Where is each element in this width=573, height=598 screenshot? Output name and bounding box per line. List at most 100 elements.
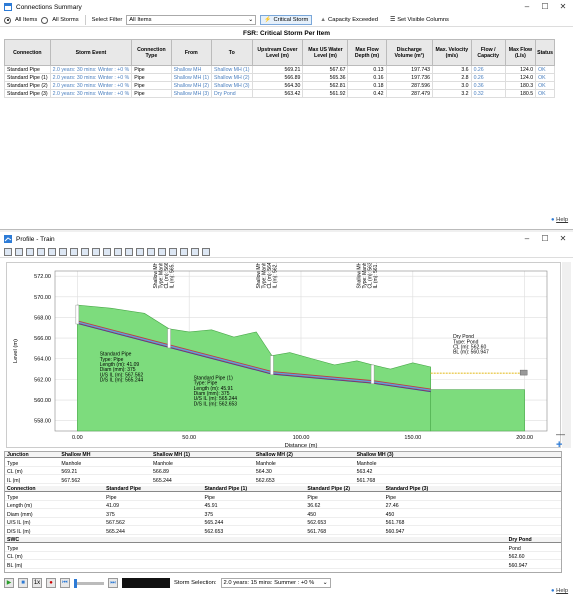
table-icon: [4, 3, 12, 11]
grid-row-label: CL (m): [7, 554, 23, 560]
column-header[interactable]: Flow / Capacity: [470, 39, 506, 66]
font-icon[interactable]: [169, 247, 177, 256]
skip-end-button[interactable]: ⏭: [108, 578, 118, 588]
table-cell: 565.36: [302, 73, 349, 82]
play-button[interactable]: ▶: [4, 578, 14, 588]
grid-cell: 36.62: [307, 503, 321, 509]
grid-cell: Manhole: [61, 460, 82, 467]
grid-cell: Pipe: [106, 494, 117, 501]
radio-all-storms-label[interactable]: All Storms: [52, 17, 78, 23]
table-row[interactable]: Standard Pipe (3) 2.0 years: 30 mins: Win…: [4, 89, 555, 98]
time-slider[interactable]: [74, 578, 104, 588]
profile-close-button[interactable]: ✕: [556, 234, 570, 243]
zoom-tool-icon[interactable]: [15, 247, 23, 256]
save-icon[interactable]: [180, 247, 188, 256]
table-cell: 0.42: [347, 89, 387, 98]
profile-icon: [4, 235, 12, 243]
help-label: Help: [556, 217, 569, 223]
capacity-exceeded-button[interactable]: ▲ Capacity Exceeded: [316, 15, 382, 25]
zoom-out-button[interactable]: —: [556, 429, 565, 439]
grid-tool-icon[interactable]: [37, 247, 45, 256]
grid-cell: Pipe: [204, 494, 215, 501]
grid-row-label: D/S IL (m): [7, 528, 31, 535]
column-header[interactable]: Upstream Cover Level (m): [251, 39, 304, 66]
table-row[interactable]: Standard Pipe (2) 2.0 years: 30 mins: Win…: [4, 81, 555, 90]
table-row[interactable]: Standard Pipe (1) 2.0 years: 30 mins: Win…: [4, 73, 555, 82]
column-header[interactable]: Max Flow Depth (m): [347, 39, 387, 66]
table-cell: OK: [535, 89, 555, 98]
zoom-in-button[interactable]: +: [556, 439, 562, 451]
critical-storm-button[interactable]: ⚡ Critical Storm: [260, 15, 313, 25]
export-icon[interactable]: [147, 247, 155, 256]
column-header[interactable]: From: [170, 39, 213, 66]
table-cell: 197.736: [385, 73, 434, 82]
record-button[interactable]: ●: [46, 578, 56, 588]
column-header[interactable]: Max. Velocity (m/s): [432, 39, 472, 66]
image-icon[interactable]: [158, 247, 166, 256]
profile-maximize-button[interactable]: ☐: [538, 234, 552, 243]
table-cell: Pipe: [131, 73, 172, 82]
table-cell: 564.30: [251, 81, 304, 90]
x-tick-label: 50.00: [182, 435, 196, 441]
column-header[interactable]: Connection: [4, 39, 51, 66]
radio-all-items[interactable]: [4, 16, 11, 24]
maximize-button[interactable]: ☐: [538, 2, 552, 11]
ground-icon[interactable]: [103, 247, 111, 256]
grid-cell: 450: [307, 511, 317, 518]
grid-row-label: BL (m): [7, 562, 23, 569]
grid-cell: Pond: [508, 545, 521, 552]
close-button[interactable]: ✕: [556, 2, 570, 11]
column-header[interactable]: Max US Water Level (m): [302, 39, 349, 66]
pipe-view-icon[interactable]: [70, 247, 78, 256]
help-icon: ●: [551, 217, 555, 223]
speed-button[interactable]: 1x: [32, 578, 42, 588]
x-tick-label: 150.00: [404, 435, 421, 441]
table-row[interactable]: Standard Pipe 2.0 years: 30 mins: Winter …: [4, 65, 555, 74]
minimize-button[interactable]: –: [520, 2, 534, 11]
table-cell: Pipe: [131, 65, 172, 74]
table-cell: 3.2: [432, 89, 472, 98]
filter-select[interactable]: All Items ⌄: [126, 15, 257, 25]
grid-cell: Manhole: [153, 460, 173, 467]
column-header[interactable]: Storm Event: [49, 39, 133, 66]
hgl-icon[interactable]: [81, 247, 89, 256]
set-visible-columns-button[interactable]: ☰ Set Visible Columns: [386, 15, 453, 25]
column-header[interactable]: To: [211, 39, 253, 66]
table-cell: 287.479: [385, 89, 434, 98]
table-cell: 180.5: [504, 89, 537, 98]
level-icon[interactable]: [125, 247, 133, 256]
print-icon[interactable]: [202, 247, 210, 256]
profile-minimize-button[interactable]: –: [520, 234, 534, 243]
column-header[interactable]: Connection Type: [131, 39, 172, 66]
save-as-icon[interactable]: [191, 247, 199, 256]
help-link[interactable]: ● Help: [551, 217, 568, 223]
profile-help-link[interactable]: ● Help: [551, 588, 568, 594]
skip-start-button[interactable]: ⏮: [60, 578, 70, 588]
filter-select-value: All Items: [129, 17, 152, 23]
grid-row-label: CL (m): [7, 469, 23, 475]
chart-vertical-scrollbar[interactable]: [562, 262, 571, 448]
column-header[interactable]: Discharge Volume (m³): [385, 39, 434, 66]
labels-icon[interactable]: [136, 247, 144, 256]
radio-all-items-label[interactable]: All Items: [15, 17, 37, 23]
select-tool-icon[interactable]: [4, 247, 12, 256]
profile-window-title: Profile - Train: [16, 235, 55, 243]
manhole-icon[interactable]: [92, 247, 100, 256]
table-cell: Standard Pipe: [4, 65, 51, 74]
flow-icon[interactable]: [114, 247, 122, 256]
grid-cell: Shallow MH (3): [356, 452, 394, 458]
grid-row: U/S IL (m) 567.562 565.244 562.653 561.768: [5, 520, 561, 526]
time-slider-thumb[interactable]: [74, 578, 77, 588]
grid-cell: 375: [204, 511, 214, 518]
column-header[interactable]: Max Flow (L/s): [504, 39, 537, 66]
table-cell: 561.92: [302, 89, 349, 98]
grid-cell: 566.89: [153, 469, 169, 475]
undo-icon[interactable]: [48, 247, 56, 256]
storm-selection-select[interactable]: 2.0 years: 15 mins: Summer : +0 % ⌄: [220, 578, 331, 588]
column-header[interactable]: Status: [535, 39, 555, 66]
stop-button[interactable]: ■: [18, 578, 28, 588]
table-cell: Shallow MH (3): [211, 81, 253, 90]
radio-all-storms[interactable]: [41, 16, 49, 24]
pan-tool-icon[interactable]: [26, 247, 34, 256]
redo-icon[interactable]: [59, 247, 67, 256]
